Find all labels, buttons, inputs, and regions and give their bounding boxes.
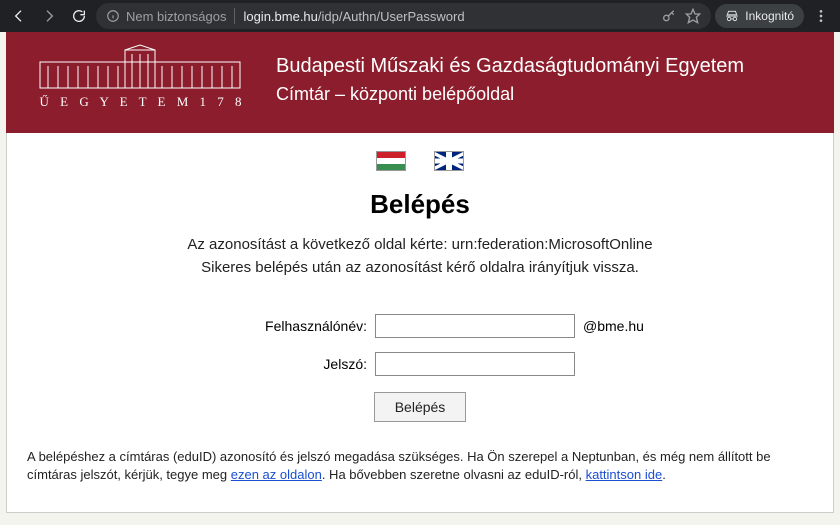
forward-button[interactable] [36,3,62,29]
back-button[interactable] [6,3,32,29]
star-icon[interactable] [685,8,701,24]
hungarian-flag-icon[interactable] [376,151,406,171]
password-label: Jelszó: [177,356,367,372]
browser-toolbar: Nem biztonságos login.bme.hu/idp/Authn/U… [0,0,840,32]
svg-text:M Ű E G Y E T E M 1 7 8 2: M Ű E G Y E T E M 1 7 8 2 [30,94,250,109]
page-subtitle: Címtár – központi belépőoldal [276,84,744,105]
university-logo: M Ű E G Y E T E M 1 7 8 2 [30,44,250,115]
menu-button[interactable] [808,8,834,24]
address-bar[interactable]: Nem biztonságos login.bme.hu/idp/Authn/U… [96,3,711,29]
main-content: Belépés Az azonosítást a következő oldal… [6,133,834,513]
set-password-link[interactable]: ezen az oldalon [231,467,322,482]
incognito-badge[interactable]: Inkognitó [715,4,804,28]
incognito-icon [725,9,739,23]
auth-requester-text: Az azonosítást a következő oldal kérte: … [25,236,815,253]
login-button[interactable]: Belépés [374,392,467,422]
incognito-label: Inkognitó [745,9,794,23]
page-title: Budapesti Műszaki és Gazdaságtudományi E… [276,55,744,78]
auth-redirect-text: Sikeres belépés után az azonosítást kérő… [25,259,815,276]
uk-flag-icon[interactable] [434,151,464,171]
page-header: M Ű E G Y E T E M 1 7 8 2 Budapesti Műsz… [6,32,834,133]
footnote-text: A belépéshez a címtáras (eduID) azonosít… [25,448,815,483]
reload-button[interactable] [66,3,92,29]
url-text: login.bme.hu/idp/Authn/UserPassword [243,9,464,24]
login-form: Felhasználónév: @bme.hu Jelszó: Belépés [25,314,815,422]
username-label: Felhasználónév: [177,318,367,334]
username-suffix: @bme.hu [583,318,663,334]
eduid-info-link[interactable]: kattintson ide [586,467,663,482]
security-status-text: Nem biztonságos [126,9,226,24]
key-icon[interactable] [661,8,677,24]
password-input[interactable] [375,352,575,376]
username-input[interactable] [375,314,575,338]
info-icon [106,9,120,23]
login-heading: Belépés [25,189,815,220]
